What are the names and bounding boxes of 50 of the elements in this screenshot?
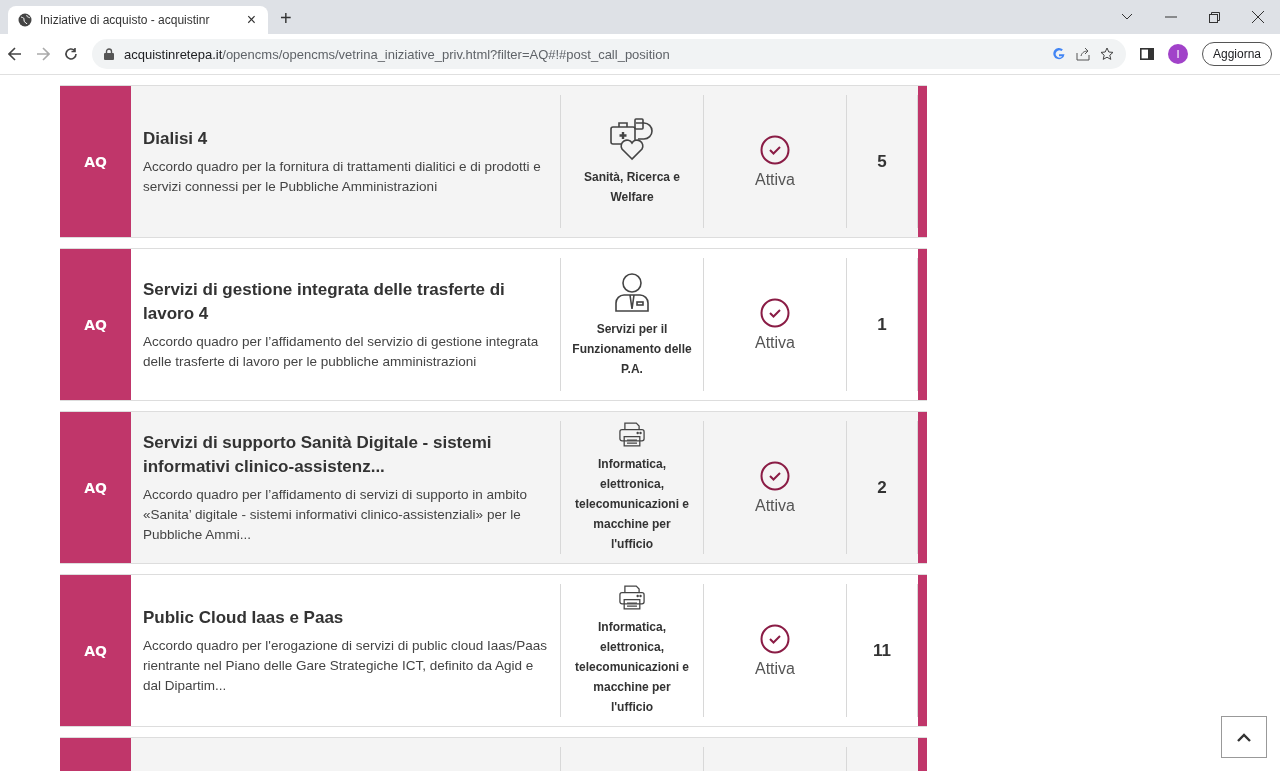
chevron-down-icon[interactable] <box>1121 13 1133 21</box>
count-value: 11 <box>873 640 891 661</box>
category-label: Informatica, elettronica, telecomunicazioni e macchine per l'ufficio <box>574 619 690 716</box>
initiative-description: Accordo quadro per l’affidamento del servizio di gestione integrata delle trasferte di lavoro per le pubbliche amministrazioni <box>143 332 540 371</box>
profile-avatar[interactable]: I <box>1167 44 1188 64</box>
check-circle-icon <box>760 134 790 165</box>
initiative-description: Accordo quadro per la fornitura di trattamenti dialitici e di prodotti e servizi connessi per le Pubbliche Amministrazioni <box>143 157 542 196</box>
check-circle-icon <box>760 623 790 654</box>
globe-icon <box>18 13 32 27</box>
medical-kit-heart-icon <box>608 116 656 161</box>
status-label: Attiva <box>755 659 795 678</box>
status-label: Attiva <box>755 333 795 352</box>
close-tab-button[interactable]: × <box>244 11 258 29</box>
initiative-title[interactable]: Public Cloud Iaas e Paas <box>143 605 548 630</box>
type-badge: AQ <box>60 412 131 563</box>
new-tab-button[interactable]: + <box>278 7 294 30</box>
initiative-description: Accordo quadro per l’affidamento di servizi di supporto in ambito «Sanita’ digitale - sistemi informativi clinico-assistenziali» per le Pubbliche Ammi... <box>143 485 528 544</box>
close-icon[interactable] <box>1252 11 1264 23</box>
person-icon <box>612 270 652 313</box>
type-badge: AQ <box>60 86 131 237</box>
chevron-up-icon <box>1237 732 1251 742</box>
scroll-to-top-button[interactable] <box>1221 716 1267 758</box>
update-button[interactable]: Aggiorna <box>1201 42 1272 66</box>
side-panel-icon[interactable] <box>1139 48 1154 60</box>
count-value: 1 <box>877 314 887 335</box>
initiative-description: Accordo quadro per l'erogazione di servizi di public cloud Iaas/Paas rientrante nel Piano delle Gare Strategiche ICT, definito da Agid e dal Dipartim... <box>143 636 548 695</box>
lock-icon <box>104 48 114 60</box>
browser-tab[interactable]: Iniziative di acquisto - acquistinr × <box>8 6 268 34</box>
initiative-title[interactable]: Dialisi 4 <box>143 126 548 151</box>
type-badge: AQ <box>60 249 131 400</box>
check-circle-icon <box>760 297 790 328</box>
count-value: 2 <box>877 477 887 498</box>
share-icon[interactable] <box>1075 47 1090 61</box>
count-value: 5 <box>877 151 887 172</box>
type-badge: AQ <box>60 575 131 726</box>
tab-title: Iniziative di acquisto - acquistinr <box>40 13 211 27</box>
category-label: Sanità, Ricerca e Welfare <box>582 168 682 206</box>
status-label: Attiva <box>755 170 795 189</box>
star-icon[interactable] <box>1099 47 1114 61</box>
category-label: Servizi per il Funzionamento delle P.A. <box>571 320 693 378</box>
google-icon[interactable] <box>1051 47 1066 61</box>
check-circle-icon <box>760 460 790 491</box>
reload-icon[interactable] <box>64 47 78 61</box>
initiative-title[interactable]: Servizi di supporto Sanità Digitale - sistemi informativi clinico-assistenz... <box>143 430 548 479</box>
initiative-title[interactable]: Servizi di gestione integrata delle trasferte di lavoro 4 <box>143 277 548 326</box>
restore-icon[interactable] <box>1209 11 1220 23</box>
back-arrow-icon[interactable] <box>8 47 22 61</box>
status-label: Attiva <box>755 496 795 515</box>
address-bar[interactable]: acquistinretepa.it/opencms/opencms/vetrina_iniziative_priv.html?filter=AQ#!#post_call_position <box>92 39 1126 69</box>
category-label: Informatica, elettronica, telecomunicazioni e macchine per l'ufficio <box>574 456 690 553</box>
